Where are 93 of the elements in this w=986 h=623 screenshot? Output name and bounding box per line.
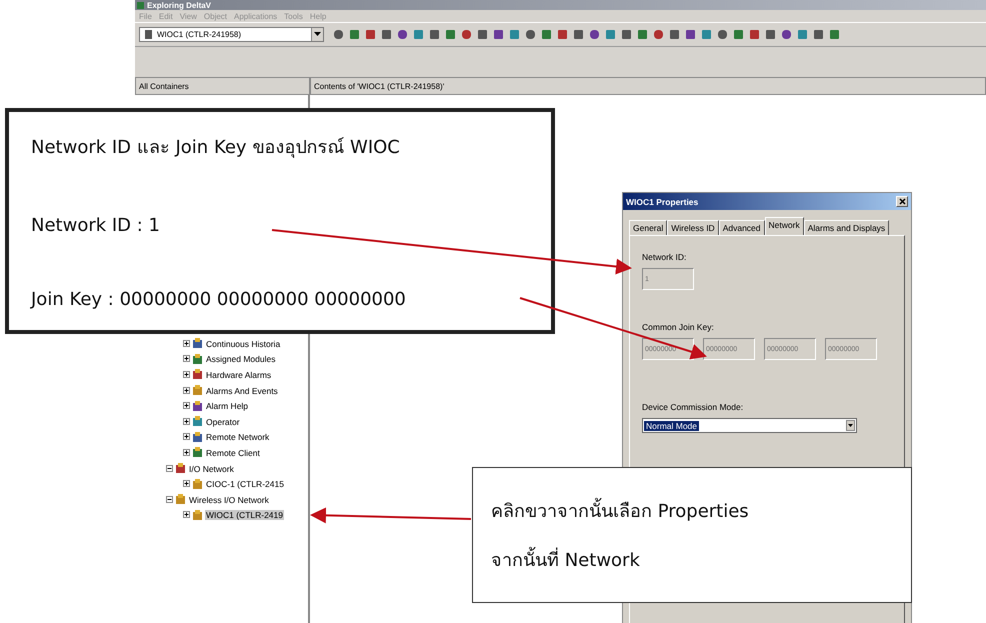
toolbar-icon[interactable] (349, 29, 360, 40)
tree-node-icon (192, 400, 203, 412)
toolbar-icon[interactable] (509, 29, 520, 40)
callout-text: คลิกขวาจากนั้นเลือก Properties (491, 496, 893, 525)
tree-node-icon (192, 369, 203, 380)
tree-node-icon (192, 432, 203, 443)
field-label: Network ID: (642, 252, 688, 262)
tree-item[interactable]: Alarms And Events (205, 386, 279, 396)
tree-item[interactable]: Alarm Help (205, 401, 250, 412)
tab[interactable]: Advanced (718, 220, 765, 235)
tree-node-icon (192, 354, 203, 365)
toolbar-icon[interactable] (381, 29, 392, 40)
tab[interactable]: Alarms and Displays (804, 220, 890, 235)
tab[interactable]: Wireless ID (667, 220, 719, 235)
toolbar-icon[interactable] (461, 29, 472, 40)
toolbar-icon[interactable] (605, 29, 616, 40)
location-combo[interactable]: WIOC1 (CTLR-241958) (139, 27, 324, 42)
toolbar-icon[interactable] (813, 29, 824, 40)
app-icon (137, 2, 144, 8)
expand-icon[interactable] (183, 370, 190, 378)
tree-item[interactable]: Hardware Alarms (205, 370, 272, 380)
controller-icon (143, 29, 154, 40)
tree-node-icon (175, 463, 186, 474)
expand-icon[interactable] (183, 418, 190, 425)
toolbar-icon[interactable] (781, 29, 792, 40)
toolbar-icon[interactable] (525, 29, 536, 40)
tree-item[interactable]: I/O Network (188, 464, 235, 474)
collapse-icon[interactable] (166, 464, 173, 472)
expand-icon[interactable] (183, 433, 190, 440)
toolbar-icon[interactable] (685, 29, 696, 40)
tab[interactable]: General (629, 220, 668, 235)
toolbar-icon[interactable] (493, 29, 504, 40)
close-button[interactable] (896, 196, 908, 207)
field-label: Device Commission Mode: (642, 402, 744, 412)
expand-icon[interactable] (183, 448, 190, 456)
field-label: Common Join Key: (642, 322, 715, 332)
tree-node-icon (192, 478, 203, 490)
dropdown-icon[interactable] (846, 420, 855, 431)
toolbar-icon[interactable] (829, 29, 840, 40)
toolbar-icon[interactable] (653, 29, 664, 40)
toolbar-icon[interactable] (429, 29, 440, 40)
callout-text: Network ID : 1 (31, 214, 162, 236)
tree-node-icon (175, 494, 186, 506)
callout-text: Join Key : 00000000 00000000 00000000 (31, 289, 407, 310)
expand-icon[interactable] (183, 355, 190, 362)
tab[interactable]: Network (764, 217, 804, 235)
toolbar-icon[interactable] (413, 29, 424, 40)
toolbar-icon[interactable] (557, 29, 568, 40)
callout-text: Network ID และ Join Key ของอุปกรณ์ WIOC (31, 136, 401, 160)
toolbar-icon[interactable] (765, 29, 776, 40)
tree-node-icon (192, 385, 203, 396)
toolbar-icon[interactable] (717, 29, 728, 40)
toolbar-icon[interactable] (541, 29, 552, 40)
mode-dropdown[interactable]: Normal Mode (642, 418, 857, 433)
toolbar-icon[interactable] (477, 29, 488, 40)
expand-icon[interactable] (183, 340, 190, 347)
toolbar-icon[interactable] (445, 29, 456, 40)
tree-item[interactable]: Remote Client (205, 448, 261, 458)
tree-item[interactable]: Remote Network (205, 432, 270, 442)
toolbar-icon[interactable] (749, 29, 760, 40)
expand-icon[interactable] (183, 511, 190, 518)
expand-icon[interactable] (183, 402, 190, 410)
pane-header: All Containers (135, 77, 310, 95)
tree-item[interactable]: Assigned Modules (205, 354, 276, 364)
toolbar-icon[interactable] (797, 29, 808, 40)
callout-text: จากนั้นที่ Network (491, 545, 893, 574)
tree-node-icon (192, 338, 203, 350)
close-icon (898, 198, 906, 205)
toolbar-icon[interactable] (573, 29, 584, 40)
toolbar-icon[interactable] (365, 29, 376, 40)
collapse-icon[interactable] (166, 496, 173, 503)
pane-header: Contents of 'WIOC1 (CTLR-241958)' (310, 77, 986, 95)
expand-icon[interactable] (183, 480, 190, 488)
tree-node-icon (192, 416, 203, 428)
tree-node-icon (192, 447, 203, 458)
tree-item[interactable]: Continuous Historia (205, 338, 282, 349)
tree-item[interactable]: Wireless I/O Network (188, 494, 270, 505)
dropdown-icon[interactable] (314, 32, 321, 37)
toolbar-icon[interactable] (589, 29, 600, 40)
window-title: Exploring DeltaV (147, 0, 212, 10)
toolbar-icon[interactable] (621, 29, 632, 40)
toolbar-icon[interactable] (733, 29, 744, 40)
tree-item[interactable]: WIOC1 (CTLR-2419 (205, 510, 284, 520)
toolbar-icon[interactable] (333, 29, 344, 40)
tree-item[interactable]: Operator (205, 416, 241, 427)
toolbar-icon[interactable] (669, 29, 680, 40)
tree-node-icon (192, 510, 203, 521)
expand-icon[interactable] (183, 386, 190, 394)
toolbar-icon[interactable] (637, 29, 648, 40)
toolbar-icon[interactable] (701, 29, 712, 40)
tree-item[interactable]: CIOC-1 (CTLR-2415 (205, 479, 285, 490)
toolbar-icon[interactable] (397, 29, 408, 40)
dialog-title: WIOC1 Properties (626, 196, 698, 206)
